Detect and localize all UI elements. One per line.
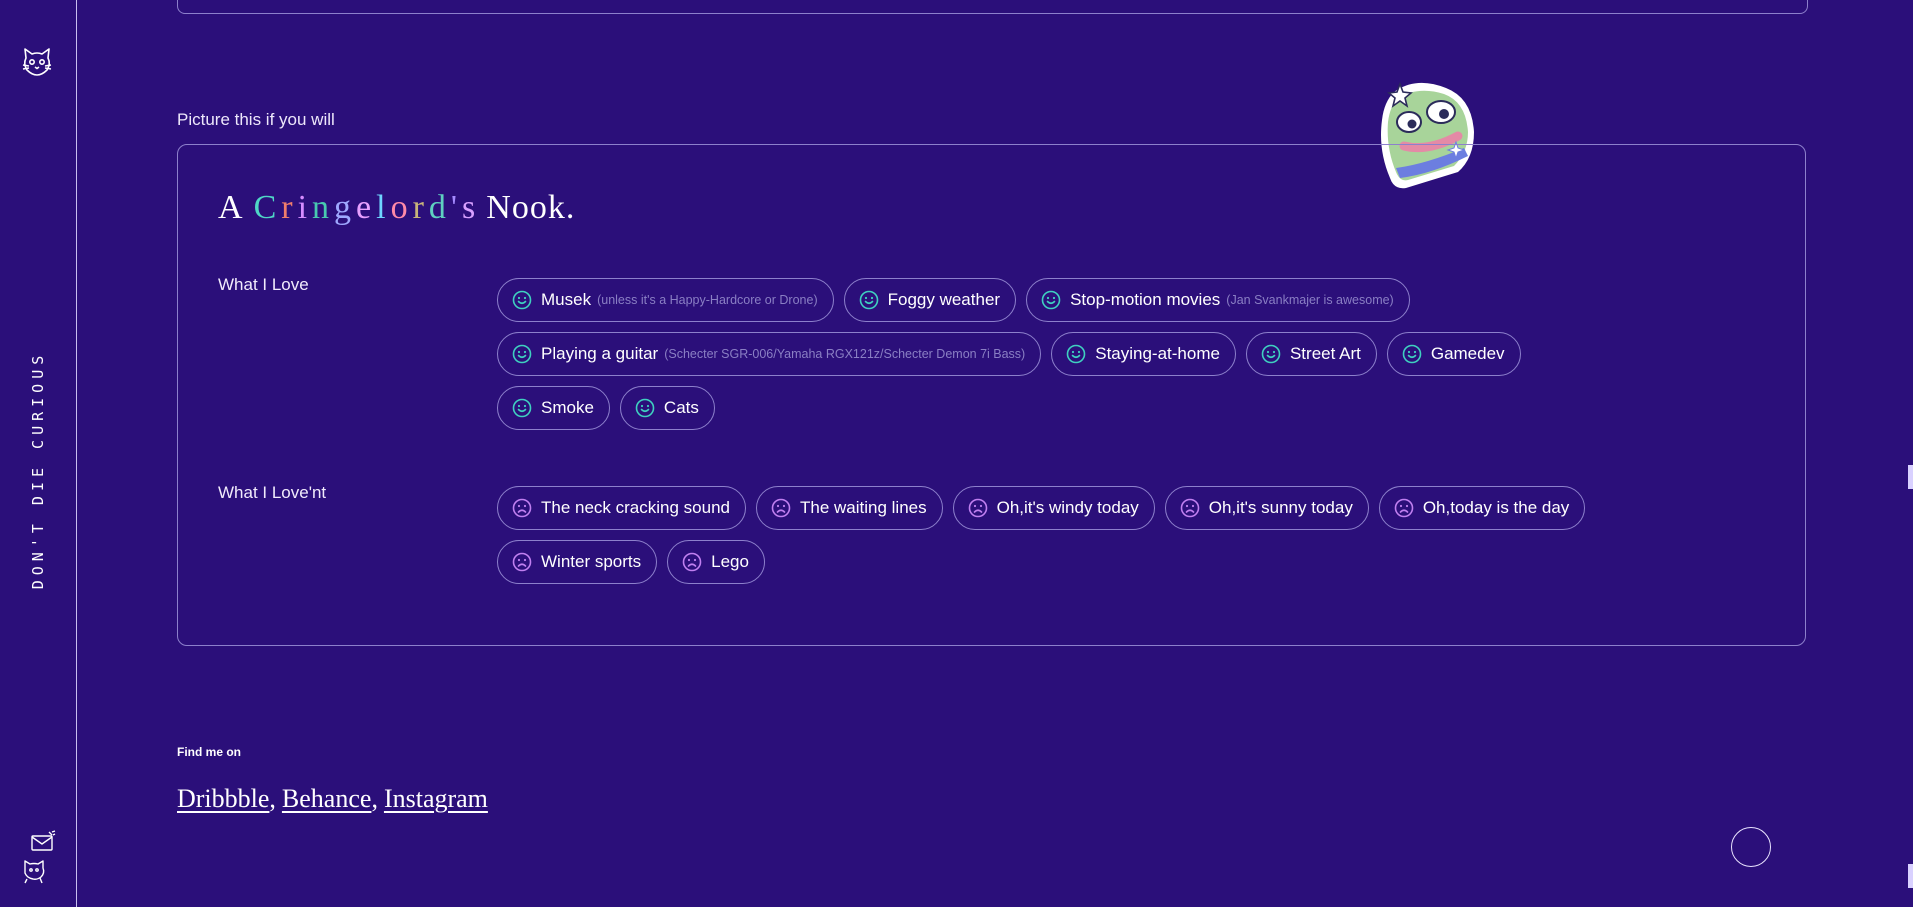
love-chip[interactable]: Cats bbox=[619, 386, 715, 430]
smile-icon bbox=[512, 344, 532, 364]
chip-label: The neck cracking sound bbox=[541, 498, 730, 517]
frown-icon bbox=[968, 498, 988, 518]
love-chip[interactable]: Musek (unless it's a Happy-Hardcore or Dr… bbox=[497, 278, 834, 322]
link-separator: , bbox=[371, 784, 378, 813]
social-links: Dribbble, Behance, Instagram bbox=[177, 784, 488, 814]
love-chip[interactable]: Street Art bbox=[1245, 332, 1377, 376]
title-letter: r bbox=[281, 189, 294, 226]
lovent-chip[interactable]: Winter sports bbox=[497, 540, 658, 584]
title-letter: C bbox=[253, 189, 278, 226]
title-letter: l bbox=[376, 189, 387, 226]
circle-button[interactable] bbox=[1731, 827, 1771, 867]
smile-icon bbox=[1402, 344, 1422, 364]
section-label: Picture this if you will bbox=[177, 110, 335, 129]
chip-label: Lego bbox=[711, 552, 749, 571]
title-letter: r bbox=[412, 189, 425, 226]
love-chip[interactable]: Playing a guitar (Schecter SGR-006/Yamaha… bbox=[497, 332, 1042, 376]
chip-label: Musek bbox=[541, 290, 592, 309]
chip-label: Street Art bbox=[1289, 344, 1361, 363]
title-letter: e bbox=[356, 189, 373, 226]
love-chip[interactable]: Gamedev bbox=[1386, 332, 1521, 376]
chip-note: (unless it's a Happy-Hardcore or Drone) bbox=[597, 293, 818, 307]
chip-label: Oh,it's windy today bbox=[996, 498, 1139, 517]
title-letter: o bbox=[390, 189, 409, 226]
lovent-chip[interactable]: Oh,today is the day bbox=[1378, 486, 1586, 530]
title-letter: i bbox=[297, 189, 309, 226]
frown-icon bbox=[682, 552, 702, 572]
lovent-chip[interactable]: Lego bbox=[667, 540, 765, 584]
title-letter: s bbox=[462, 189, 477, 226]
behance-link[interactable]: Behance bbox=[282, 784, 372, 813]
previous-section-box bbox=[177, 0, 1808, 14]
smile-icon bbox=[859, 290, 879, 310]
chip-label: Cats bbox=[663, 398, 699, 417]
chip-label: Oh,today is the day bbox=[1422, 498, 1570, 517]
frown-icon bbox=[1180, 498, 1200, 518]
lovent-chip[interactable]: Oh,it's sunny today bbox=[1164, 486, 1369, 530]
smile-icon bbox=[635, 398, 655, 418]
title-letter: g bbox=[334, 189, 353, 226]
cat-face-icon[interactable] bbox=[21, 46, 53, 78]
lovent-list: The neck cracking sound The waiting lines… bbox=[497, 486, 1597, 584]
dribbble-link[interactable]: Dribbble bbox=[177, 784, 269, 813]
scroll-indicator bbox=[1908, 465, 1913, 489]
find-me-label: Find me on bbox=[177, 745, 241, 759]
cat-icon[interactable] bbox=[21, 858, 47, 884]
frown-icon bbox=[512, 552, 532, 572]
love-label: What I Love bbox=[218, 275, 309, 294]
smile-icon bbox=[1261, 344, 1281, 364]
smile-icon bbox=[1041, 290, 1061, 310]
chip-label: Oh,it's sunny today bbox=[1208, 498, 1353, 517]
chip-label: Gamedev bbox=[1430, 344, 1505, 363]
chip-label: Stop-motion movies bbox=[1070, 290, 1221, 309]
frown-icon bbox=[512, 498, 532, 518]
title-suffix: Nook. bbox=[486, 189, 576, 226]
chip-label: Smoke bbox=[541, 398, 594, 417]
love-chip[interactable]: Stop-motion movies (Jan Svankmajer is awe… bbox=[1026, 278, 1410, 322]
smile-icon bbox=[512, 398, 532, 418]
smile-icon bbox=[1066, 344, 1086, 364]
love-list: Musek (unless it's a Happy-Hardcore or Dr… bbox=[497, 278, 1597, 430]
lovent-label: What I Love'nt bbox=[218, 483, 327, 502]
smile-icon bbox=[512, 290, 532, 310]
chip-label: Foggy weather bbox=[887, 290, 1001, 309]
chip-label: Playing a guitar bbox=[541, 344, 659, 363]
sidebar-motto: DON'T DIE CURIOUS bbox=[29, 350, 47, 590]
title-prefix: A bbox=[218, 189, 244, 226]
frown-icon bbox=[1394, 498, 1414, 518]
chip-note: (Schecter SGR-006/Yamaha RGX121z/Schecte… bbox=[664, 347, 1026, 361]
chip-label: Staying-at-home bbox=[1095, 344, 1220, 363]
scroll-indicator bbox=[1908, 864, 1913, 888]
lovent-chip[interactable]: Oh,it's windy today bbox=[952, 486, 1155, 530]
chip-note: (Jan Svankmajer is awesome) bbox=[1226, 293, 1394, 307]
instagram-link[interactable]: Instagram bbox=[384, 784, 488, 813]
love-chip[interactable]: Smoke bbox=[497, 386, 610, 430]
love-chip[interactable]: Staying-at-home bbox=[1051, 332, 1236, 376]
interests-card: A Cr i n g e l o r d ' s Nook. What I Love Musek (unl… bbox=[177, 144, 1806, 646]
lovent-chip[interactable]: The waiting lines bbox=[756, 486, 943, 530]
title-letter: ' bbox=[450, 189, 459, 226]
mail-icon[interactable] bbox=[30, 830, 56, 852]
love-chip[interactable]: Foggy weather bbox=[843, 278, 1017, 322]
title-letter: n bbox=[312, 189, 331, 226]
lovent-chip[interactable]: The neck cracking sound bbox=[497, 486, 746, 530]
chip-label: Winter sports bbox=[541, 552, 642, 571]
chip-label: The waiting lines bbox=[800, 498, 927, 517]
card-title: A Cr i n g e l o r d ' s Nook. bbox=[218, 189, 575, 227]
title-colored-word: Cr i n g e l o r d ' s bbox=[252, 189, 479, 226]
frown-icon bbox=[771, 498, 791, 518]
sidebar: DON'T DIE CURIOUS bbox=[0, 0, 77, 907]
title-letter: d bbox=[428, 189, 447, 226]
link-separator: , bbox=[269, 784, 276, 813]
